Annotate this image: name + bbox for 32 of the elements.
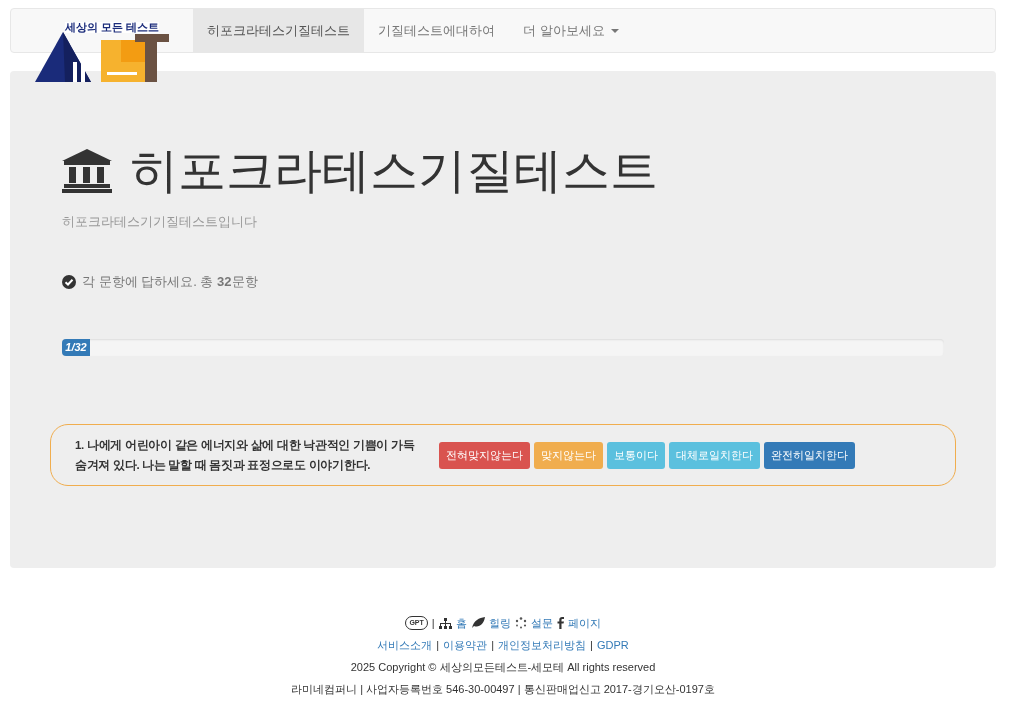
footer-link[interactable]: 개인정보처리방침: [498, 634, 587, 656]
nav-link[interactable]: 히포크라테스기질테스트: [193, 9, 364, 52]
nav-link[interactable]: 기질테스트에대하여: [364, 9, 509, 52]
nav-link[interactable]: 더 알아보세요: [509, 9, 633, 52]
logo-drawing[interactable]: 세상의 모든 테스트: [35, 22, 169, 82]
question-text: 1. 나에게 어린아이 같은 에너지와 삶에 대한 낙관적인 기쁨이 가득 숨겨져 있다. 나는 말할 때 몸짓과 표정으로도 이야기한다.: [75, 438, 415, 473]
subtitle: 히포크라테스기기질테스트입니다: [62, 213, 258, 231]
separator: |: [491, 638, 495, 653]
facebook-icon: [556, 617, 564, 629]
check-circle-icon: [62, 275, 76, 289]
bank-icon: [62, 149, 112, 193]
leaf-icon: [470, 617, 485, 629]
separator: |: [431, 616, 435, 631]
caret-icon: [610, 28, 619, 33]
footer-link[interactable]: GDPR: [596, 634, 629, 656]
footer-link[interactable]: 홈: [455, 612, 467, 634]
separator: |: [436, 638, 440, 653]
page-title: 히포크라테스기질테스트: [130, 143, 658, 199]
answer-button[interactable]: 전혀맞지않는다: [439, 441, 530, 469]
footer-link[interactable]: 설문: [530, 612, 553, 634]
footer-link[interactable]: 이용약관: [443, 634, 488, 656]
footer-link[interactable]: 힐링: [488, 612, 511, 634]
copyright-text: 2025 Copyright © 세상의모든테스트-세모테 All rights reserved: [350, 660, 656, 675]
footer-link[interactable]: 서비스소개: [377, 634, 433, 656]
footer-link[interactable]: 페이지: [567, 612, 601, 634]
answer-button[interactable]: 완전히일치한다: [764, 441, 855, 469]
sitemap-icon: [438, 617, 452, 629]
instruction-text: 각 문항에 답하세요. 총 32문항: [82, 273, 258, 291]
separator: |: [590, 638, 593, 653]
spinner-icon: [514, 617, 527, 629]
progress-bar: 1/32: [62, 339, 90, 356]
company-info: 라미네컴퍼니 | 사업자등록번호 546-30-00497 | 통신판매업신고 2017-경기오산-0197호: [291, 682, 715, 697]
